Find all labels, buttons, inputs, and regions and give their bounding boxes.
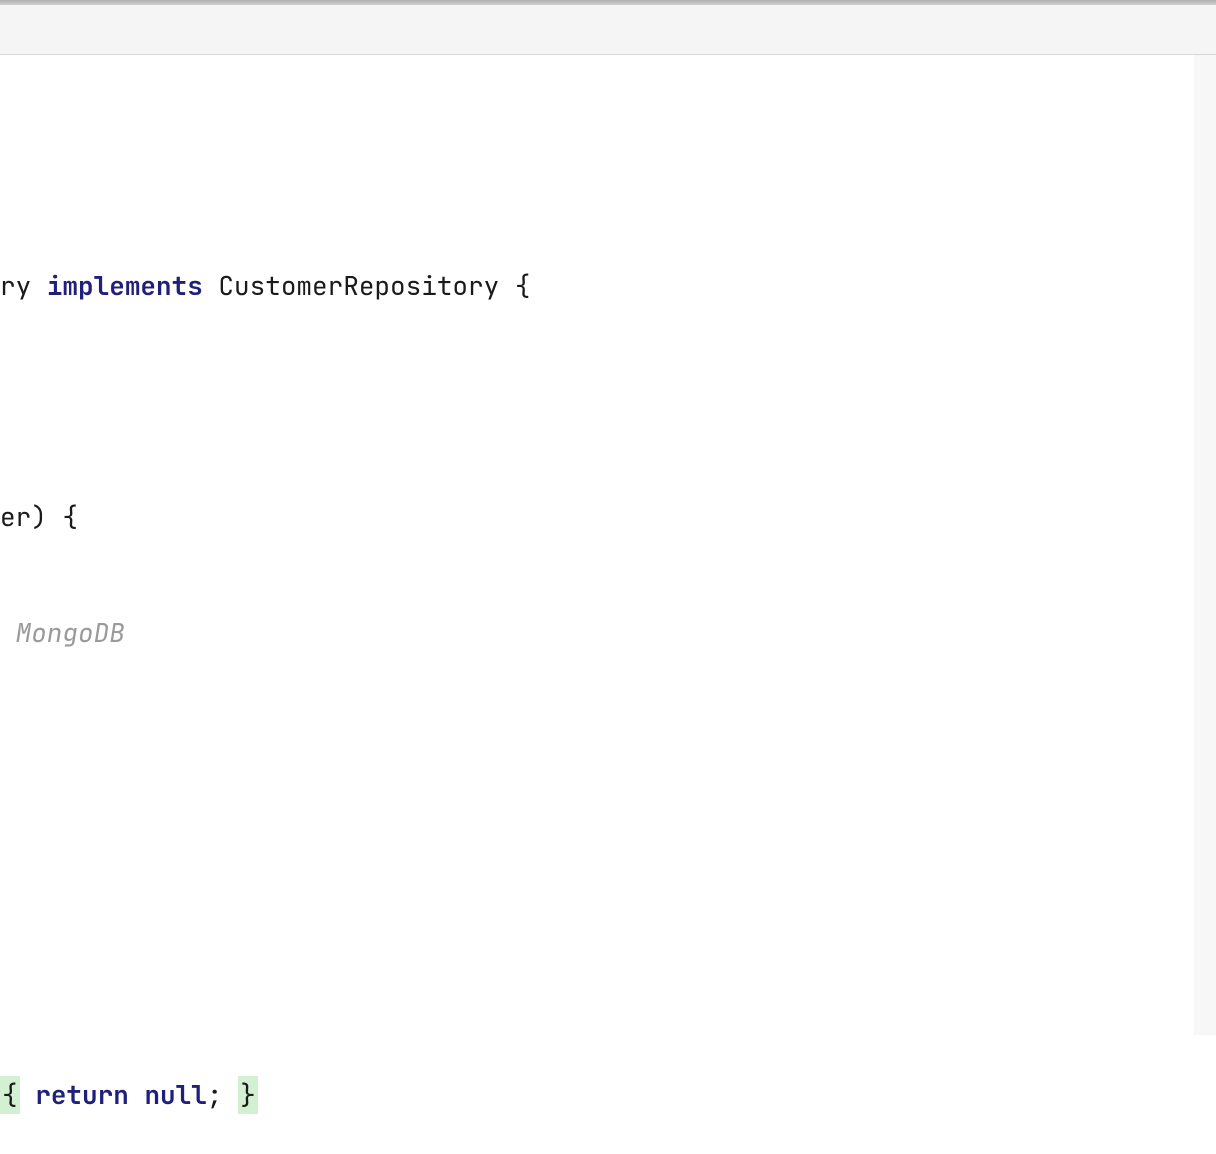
code-fragment: er) { bbox=[0, 498, 78, 537]
code-line-return[interactable]: { return null; } bbox=[0, 1076, 1216, 1115]
keyword-return: return bbox=[35, 1076, 129, 1115]
code-line[interactable]: ry implements CustomerRepository { bbox=[0, 267, 1216, 306]
brace-close-highlight: } bbox=[238, 1076, 258, 1115]
code-fragment: ry bbox=[0, 267, 47, 306]
keyword-implements: implements bbox=[47, 267, 203, 306]
code-line-comment[interactable]: MongoDB bbox=[0, 614, 1216, 653]
code-line-blank[interactable] bbox=[0, 729, 1216, 768]
class-name-fragment: CustomerRepository { bbox=[203, 267, 531, 306]
code-line[interactable]: er) { bbox=[0, 498, 1216, 537]
code-line-blank[interactable] bbox=[0, 960, 1216, 999]
code-editor[interactable]: ry implements CustomerRepository { er) {… bbox=[0, 55, 1216, 1154]
comment-mongodb: MongoDB bbox=[0, 614, 125, 653]
editor-header-strip bbox=[0, 5, 1216, 55]
code-line-blank[interactable] bbox=[0, 383, 1216, 422]
code-line-blank[interactable] bbox=[0, 845, 1216, 884]
space bbox=[222, 1076, 238, 1115]
keyword-null: null bbox=[144, 1076, 206, 1115]
space bbox=[20, 1076, 36, 1115]
space bbox=[129, 1076, 145, 1115]
semicolon: ; bbox=[207, 1076, 223, 1115]
brace-open-highlight: { bbox=[0, 1076, 20, 1115]
vertical-scrollbar[interactable] bbox=[1194, 55, 1216, 1035]
